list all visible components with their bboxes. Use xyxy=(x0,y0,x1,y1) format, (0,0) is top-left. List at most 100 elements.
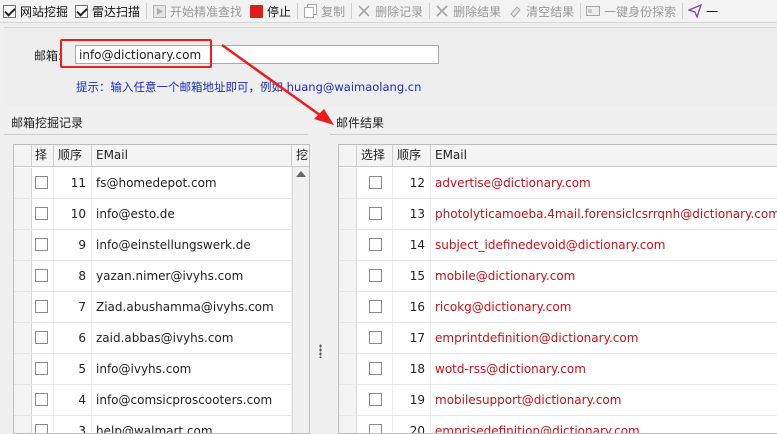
order-cell: 17 xyxy=(393,323,431,353)
row-checkbox[interactable] xyxy=(35,331,48,344)
row-indicator[interactable] xyxy=(339,416,357,433)
column-header-mine[interactable]: 挖 xyxy=(292,145,309,167)
row-indicator[interactable] xyxy=(14,261,32,291)
order-cell: 3 xyxy=(54,416,92,433)
row-indicator[interactable] xyxy=(14,230,32,260)
table-row[interactable]: 17 emprintdefinition@dictionary.com xyxy=(339,323,777,354)
delete-records-button[interactable]: 删除记录 xyxy=(354,1,427,22)
column-header-select[interactable]: 择 xyxy=(32,145,54,167)
hint-text: 提示：输入任意一个邮箱地址即可，例如 huang@waimaolang.cn xyxy=(76,80,422,94)
row-indicator[interactable] xyxy=(14,168,32,198)
stop-button[interactable]: 停止 xyxy=(246,1,295,22)
select-cell xyxy=(32,385,54,415)
row-indicator[interactable] xyxy=(14,292,32,322)
table-row[interactable]: 15 mobile@dictionary.com xyxy=(339,261,777,292)
scroll-up-icon[interactable] xyxy=(296,171,306,177)
row-checkbox[interactable] xyxy=(35,300,48,313)
row-checkbox[interactable] xyxy=(35,424,48,433)
column-header-order[interactable]: 顺序 xyxy=(393,145,431,167)
row-checkbox[interactable] xyxy=(369,207,382,220)
row-indicator[interactable] xyxy=(14,199,32,229)
row-checkbox[interactable] xyxy=(35,238,48,251)
row-checkbox[interactable] xyxy=(35,362,48,375)
row-indicator[interactable] xyxy=(14,416,32,433)
table-row[interactable]: 7 Ziad.abushamma@ivyhs.com xyxy=(14,292,292,323)
table-row[interactable]: 6 zaid.abbas@ivyhs.com xyxy=(14,323,292,354)
table-row[interactable]: 12 advertise@dictionary.com xyxy=(339,168,777,199)
identity-explore-button[interactable]: 一键身份探索 xyxy=(583,1,680,22)
column-header-email[interactable]: EMail xyxy=(92,145,292,167)
table-row[interactable]: 4 info@comsicproscooters.com xyxy=(14,385,292,416)
row-checkbox[interactable] xyxy=(369,362,382,375)
copy-button[interactable]: 复制 xyxy=(300,1,349,22)
toolbar: 网站挖掘 雷达扫描 开始精准查找 停止 复制 删除记录 删除结果 清空结果 一键… xyxy=(0,0,777,23)
checkbox-icon xyxy=(75,4,89,18)
clear-results-button[interactable]: 清空结果 xyxy=(505,1,578,22)
row-checkbox[interactable] xyxy=(369,300,382,313)
row-checkbox[interactable] xyxy=(35,176,48,189)
row-indicator[interactable] xyxy=(339,292,357,322)
website-mining-checkbox[interactable]: 网站挖掘 xyxy=(0,1,72,22)
delete-results-label: 删除结果 xyxy=(453,4,502,19)
table-row[interactable]: 11 fs@homedepot.com xyxy=(14,168,292,199)
row-checkbox[interactable] xyxy=(369,269,382,282)
row-checkbox[interactable] xyxy=(369,238,382,251)
checkbox-icon xyxy=(3,4,16,18)
column-header-email[interactable]: EMail xyxy=(431,145,777,167)
grip-dots-icon[interactable] xyxy=(319,344,322,358)
row-indicator[interactable] xyxy=(14,323,32,353)
table-row[interactable]: 5 info@ivyhs.com xyxy=(14,354,292,385)
table-row[interactable]: 10 info@esto.de xyxy=(14,199,292,230)
row-checkbox[interactable] xyxy=(35,269,48,282)
row-indicator[interactable] xyxy=(339,199,357,229)
table-row[interactable]: 16 ricokg@dictionary.com xyxy=(339,292,777,323)
email-cell: info@comsicproscooters.com xyxy=(92,385,292,415)
email-input[interactable] xyxy=(75,45,439,64)
row-checkbox[interactable] xyxy=(369,176,382,189)
table-row[interactable]: 19 mobilesupport@dictionary.com xyxy=(339,385,777,416)
row-indicator[interactable] xyxy=(339,168,357,198)
radar-scan-checkbox[interactable]: 雷达扫描 xyxy=(72,1,144,22)
row-indicator[interactable] xyxy=(339,354,357,384)
play-icon xyxy=(152,4,166,18)
order-cell: 4 xyxy=(54,385,92,415)
column-header-select[interactable]: 选择 xyxy=(357,145,393,167)
select-cell xyxy=(32,261,54,291)
table-row[interactable]: 8 yazan.nimer@ivyhs.com xyxy=(14,261,292,292)
row-checkbox[interactable] xyxy=(369,331,382,344)
email-cell: emprintdefinition@dictionary.com xyxy=(431,323,777,353)
copy-label: 复制 xyxy=(321,4,346,19)
table-row[interactable]: 14 subject_idefinedevoid@dictionary.com xyxy=(339,230,777,261)
table-row[interactable]: 3 help@walmart.com xyxy=(14,416,292,433)
row-indicator[interactable] xyxy=(14,354,32,384)
left-grid-rows: 11 fs@homedepot.com 10 info@esto.de 9 info@ei… xyxy=(14,168,292,433)
radar-scan-label: 雷达扫描 xyxy=(92,4,141,19)
row-checkbox[interactable] xyxy=(369,393,382,406)
row-indicator[interactable] xyxy=(14,385,32,415)
start-precise-search-button[interactable]: 开始精准查找 xyxy=(149,1,246,22)
row-indicator[interactable] xyxy=(339,261,357,291)
row-indicator[interactable] xyxy=(339,385,357,415)
email-input-area: 邮箱: 提示：输入任意一个邮箱地址即可，例如 huang@waimaolang.… xyxy=(4,27,777,105)
stop-icon xyxy=(249,4,263,18)
row-indicator[interactable] xyxy=(339,323,357,353)
delete-results-button[interactable]: 删除结果 xyxy=(432,1,505,22)
table-row[interactable]: 13 photolyticamoeba.4mail.forensiclcsrrqn… xyxy=(339,199,777,230)
email-cell: info@esto.de xyxy=(92,199,292,229)
order-cell: 8 xyxy=(54,261,92,291)
column-header-order[interactable]: 顺序 xyxy=(54,145,92,167)
row-checkbox[interactable] xyxy=(35,207,48,220)
row-checkbox[interactable] xyxy=(369,424,382,433)
select-cell xyxy=(357,323,393,353)
email-cell: zaid.abbas@ivyhs.com xyxy=(92,323,292,353)
table-row[interactable]: 18 wotd-rss@dictionary.com xyxy=(339,354,777,385)
table-row[interactable]: 20 emprisedefinition@dictionary.com xyxy=(339,416,777,433)
panel-splitter[interactable] xyxy=(314,140,328,430)
send-button[interactable]: 一 xyxy=(685,1,722,22)
order-cell: 12 xyxy=(393,168,431,198)
left-grid-scrollbar[interactable] xyxy=(292,167,309,433)
row-checkbox[interactable] xyxy=(35,393,48,406)
table-row[interactable]: 9 info@einstellungswerk.de xyxy=(14,230,292,261)
order-cell: 5 xyxy=(54,354,92,384)
row-indicator[interactable] xyxy=(339,230,357,260)
